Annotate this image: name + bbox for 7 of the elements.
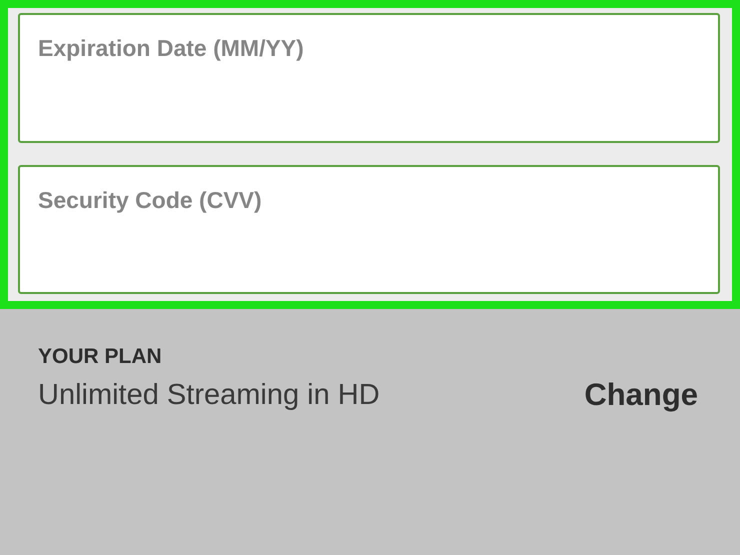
input-field[interactable]: Expiration Date (MM/YY) [18,13,720,142]
section-heading: YOUR PLAN [38,345,163,369]
plan-name: Unlimited Streaming in HD [38,378,380,412]
input-field[interactable]: Security Code (CVV) [18,164,720,294]
field-label: Expiration Date (MM/YY) [38,35,305,62]
field-label: Security Code (CVV) [38,186,263,214]
change-link[interactable]: Change [584,377,698,413]
